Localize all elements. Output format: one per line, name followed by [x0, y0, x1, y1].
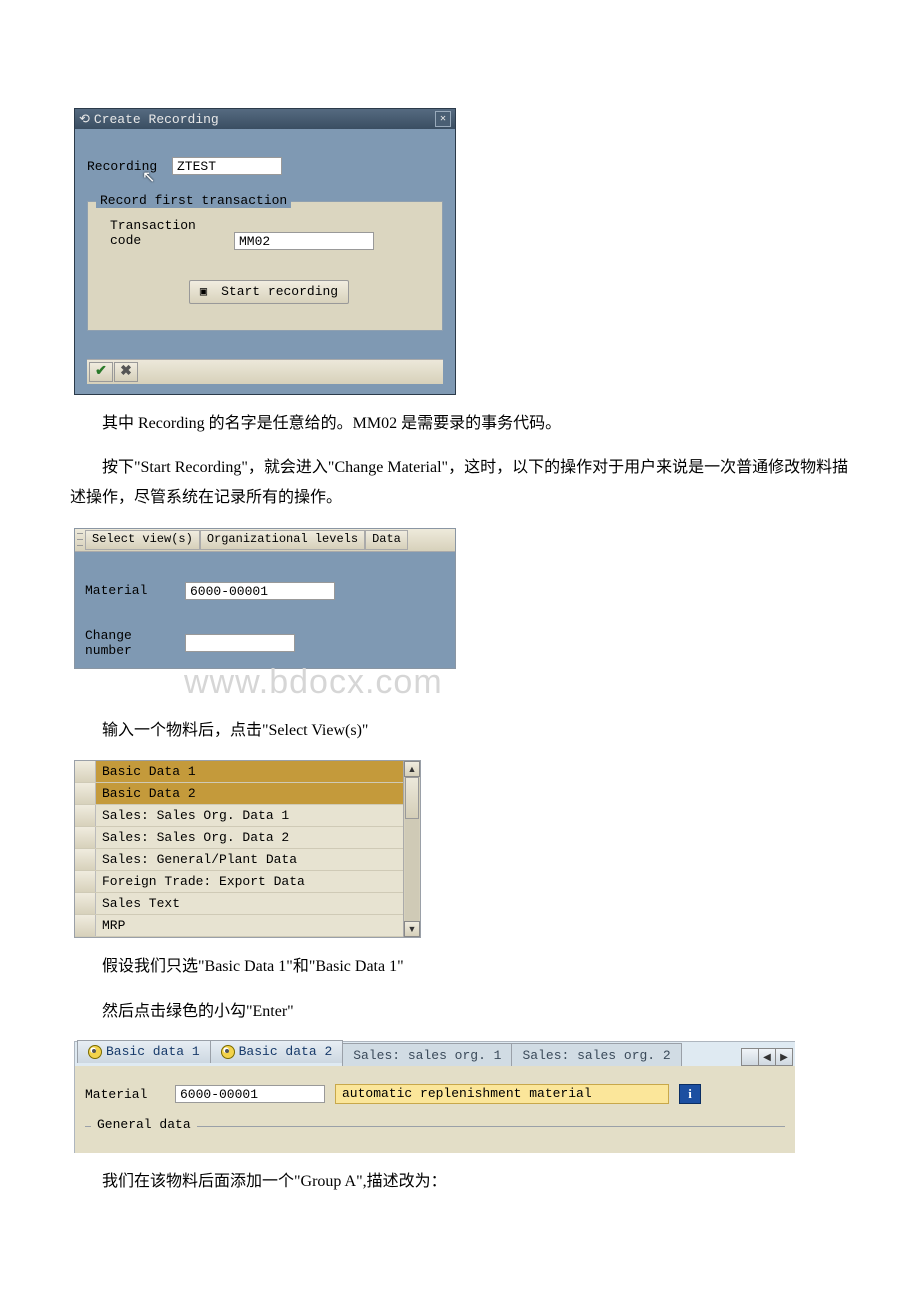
row-selector[interactable]: [75, 827, 96, 848]
general-data-group-label: General data: [91, 1117, 197, 1132]
tab[interactable]: Basic data 2: [210, 1040, 344, 1063]
list-item-label: Foreign Trade: Export Data: [96, 871, 404, 892]
scrollbar[interactable]: ▲ ▼: [403, 761, 420, 937]
list-item-label: Sales: General/Plant Data: [96, 849, 404, 870]
change-number-label: Change number: [85, 628, 185, 658]
row-selector[interactable]: [75, 871, 96, 892]
select-views-button[interactable]: Select view(s): [85, 530, 200, 550]
row-selector[interactable]: [75, 805, 96, 826]
list-item-label: MRP: [96, 915, 404, 936]
tabstrip: ↖ Basic data 1Basic data 2Sales: sales o…: [75, 1042, 795, 1066]
tab-scroll-right-button[interactable]: ▶: [775, 1048, 793, 1066]
paragraph: 假设我们只选"Basic Data 1"和"Basic Data 1": [70, 952, 850, 982]
record-icon: ▣: [200, 282, 207, 302]
list-item[interactable]: Foreign Trade: Export Data: [75, 871, 404, 893]
list-item-label: Sales: Sales Org. Data 1: [96, 805, 404, 826]
change-number-input[interactable]: [185, 634, 295, 652]
dialog-titlebar: ⟲ Create Recording ✕: [75, 109, 455, 129]
tab-label: Basic data 2: [239, 1044, 333, 1059]
list-item[interactable]: Sales Text: [75, 893, 404, 915]
row-selector[interactable]: [75, 893, 96, 914]
list-item[interactable]: Sales: Sales Org. Data 1: [75, 805, 404, 827]
row-selector[interactable]: [75, 783, 96, 804]
tab[interactable]: Basic data 1: [77, 1040, 211, 1063]
watermark: www.bdocx.com: [184, 663, 850, 702]
material-label: Material: [85, 583, 185, 598]
list-item[interactable]: Sales: General/Plant Data: [75, 849, 404, 871]
tcode-input[interactable]: MM02: [234, 232, 374, 250]
list-item[interactable]: MRP: [75, 915, 404, 937]
paragraph: 输入一个物料后，点击"Select View(s)": [70, 716, 850, 746]
info-icon: i: [688, 1086, 692, 1102]
row-selector[interactable]: [75, 915, 96, 936]
group-title: Record first transaction: [96, 193, 291, 208]
info-button[interactable]: i: [679, 1084, 701, 1104]
material-description-input[interactable]: automatic replenishment material: [335, 1084, 669, 1104]
tab-scroll-divider: [741, 1048, 759, 1066]
list-item-label: Basic Data 1: [96, 761, 404, 782]
recycle-icon: ⟲: [79, 112, 90, 127]
tab[interactable]: Sales: sales org. 1: [342, 1043, 512, 1066]
check-icon: ✔: [95, 363, 107, 380]
material-input[interactable]: 6000-00001: [185, 582, 335, 600]
list-item-label: Basic Data 2: [96, 783, 404, 804]
material-input[interactable]: 6000-00001: [175, 1085, 325, 1103]
material-label: Material: [85, 1087, 165, 1102]
x-icon: ✖: [120, 363, 132, 380]
dialog-title: Create Recording: [94, 112, 219, 127]
tab-label: Sales: sales org. 2: [522, 1048, 670, 1063]
cancel-button[interactable]: ✖: [114, 362, 138, 382]
recording-label: Recording: [87, 159, 172, 174]
dialog-footer: ✔ ✖: [87, 359, 443, 384]
paragraph: 其中 Recording 的名字是任意给的。MM02 是需要录的事务代码。: [70, 409, 850, 439]
view-list: Basic Data 1Basic Data 2Sales: Sales Org…: [74, 760, 421, 938]
close-icon[interactable]: ✕: [435, 111, 451, 127]
recording-input[interactable]: ZTEST: [172, 157, 282, 175]
list-item[interactable]: Basic Data 1: [75, 761, 404, 783]
list-item-label: Sales: Sales Org. Data 2: [96, 827, 404, 848]
tab-scroll-left-button[interactable]: ◀: [758, 1048, 776, 1066]
list-item-label: Sales Text: [96, 893, 404, 914]
org-levels-button[interactable]: Organizational levels: [200, 530, 365, 550]
scroll-thumb[interactable]: [405, 777, 419, 819]
scroll-up-icon[interactable]: ▲: [404, 761, 420, 777]
list-item[interactable]: Sales: Sales Org. Data 2: [75, 827, 404, 849]
start-recording-button[interactable]: ▣ Start recording: [189, 280, 349, 304]
row-selector[interactable]: [75, 761, 96, 782]
tab-label: Basic data 1: [106, 1044, 200, 1059]
tcode-label: Transaction code: [110, 218, 230, 248]
start-recording-label: Start recording: [221, 282, 338, 302]
paragraph: 我们在该物料后面添加一个"Group A",描述改为：: [70, 1167, 850, 1197]
ok-button[interactable]: ✔: [89, 362, 113, 382]
tab-label: Sales: sales org. 1: [353, 1048, 501, 1063]
row-selector[interactable]: [75, 849, 96, 870]
grip-icon: [77, 531, 83, 549]
tab[interactable]: Sales: sales org. 2: [511, 1043, 681, 1066]
paragraph: 然后点击绿色的小勾"Enter": [70, 997, 850, 1027]
paragraph: 按下"Start Recording"，就会进入"Change Material…: [70, 453, 850, 514]
cursor-icon: ↖: [142, 167, 155, 187]
list-item[interactable]: Basic Data 2: [75, 783, 404, 805]
data-button[interactable]: Data: [365, 530, 408, 550]
tab-active-indicator-icon: [88, 1045, 102, 1059]
scroll-down-icon[interactable]: ▼: [404, 921, 420, 937]
tab-active-indicator-icon: [221, 1045, 235, 1059]
toolbar: Select view(s) Organizational levels Dat…: [75, 529, 455, 552]
